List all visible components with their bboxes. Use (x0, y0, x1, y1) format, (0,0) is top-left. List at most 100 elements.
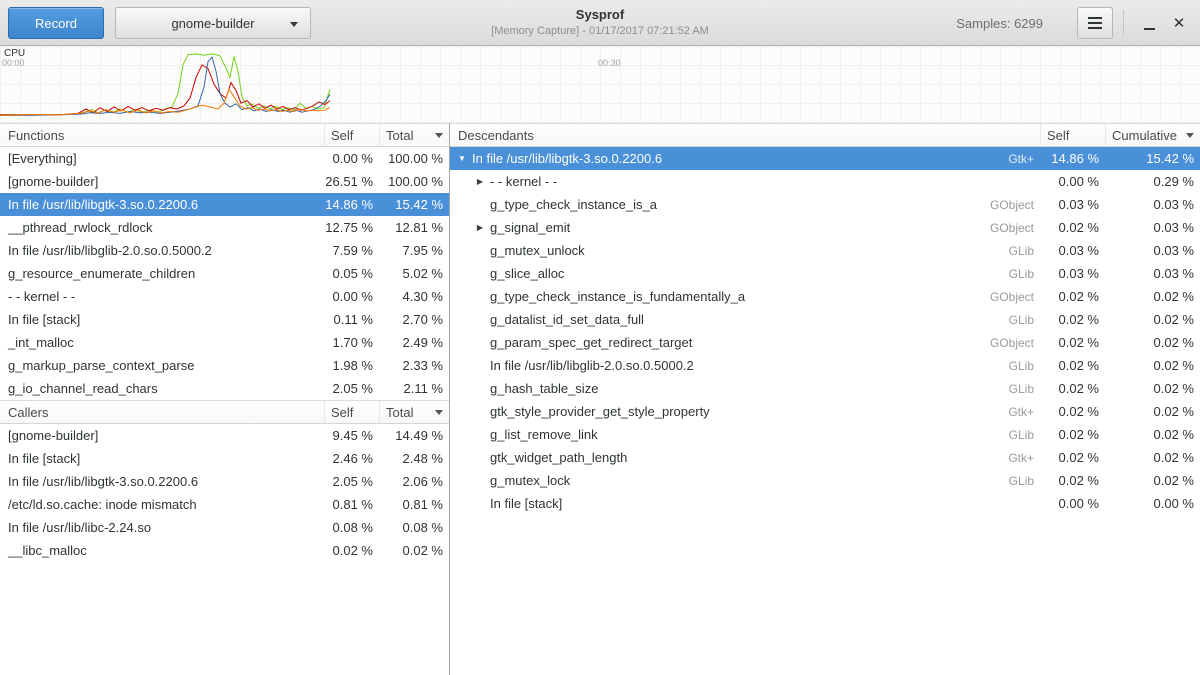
close-button[interactable]: ✕ (1164, 7, 1194, 39)
column-header-self[interactable]: Self (324, 124, 379, 146)
column-header-callers[interactable]: Callers (0, 401, 324, 423)
function-name: In file [stack] (488, 496, 960, 511)
function-name: In file /usr/lib/libgtk-3.so.0.2200.6 (0, 197, 324, 212)
descendants-table-row[interactable]: g_type_check_instance_is_fundamentally_a… (450, 285, 1200, 308)
expander-collapsed-icon[interactable]: ▶ (472, 170, 488, 193)
descendants-table-row[interactable]: ▶- - kernel - -0.00 %0.29 % (450, 170, 1200, 193)
descendants-table-row[interactable]: g_type_check_instance_is_aGObject0.03 %0… (450, 193, 1200, 216)
function-name: In file [stack] (0, 312, 324, 327)
functions-table-row[interactable]: g_markup_parse_context_parse1.98 %2.33 % (0, 354, 449, 377)
function-name: - - kernel - - (0, 289, 324, 304)
function-name: In file /usr/lib/libglib-2.0.so.0.5000.2 (488, 358, 960, 373)
descendants-table-row[interactable]: g_hash_table_sizeGLib0.02 %0.02 % (450, 377, 1200, 400)
descendants-table-row[interactable]: In file /usr/lib/libglib-2.0.so.0.5000.2… (450, 354, 1200, 377)
column-header-cumulative[interactable]: Cumulative (1105, 124, 1200, 146)
total-percent: 7.95 % (379, 243, 449, 258)
functions-table-row[interactable]: __pthread_rwlock_rdlock12.75 %12.81 % (0, 216, 449, 239)
function-name: g_param_spec_get_redirect_target (488, 335, 960, 350)
functions-table-row[interactable]: g_io_channel_read_chars2.05 %2.11 % (0, 377, 449, 400)
self-percent: 0.03 % (1040, 197, 1105, 212)
callers-table-row[interactable]: In file /usr/lib/libc-2.24.so0.08 %0.08 … (0, 516, 449, 539)
descendants-table-row[interactable]: g_mutex_lockGLib0.02 %0.02 % (450, 469, 1200, 492)
cpu-usage-line-cpu2 (0, 57, 330, 115)
function-name: In file /usr/lib/libgtk-3.so.0.2200.6 (0, 474, 324, 489)
total-percent: 0.02 % (379, 543, 449, 558)
total-percent: 14.49 % (379, 428, 449, 443)
callers-table-row[interactable]: __libc_malloc0.02 %0.02 % (0, 539, 449, 562)
descendants-table-header: Descendants Self Cumulative (450, 123, 1200, 147)
self-percent: 0.00 % (1040, 174, 1105, 189)
descendants-table-row[interactable]: In file [stack]0.00 %0.00 % (450, 492, 1200, 515)
functions-table-row[interactable]: g_resource_enumerate_children0.05 %5.02 … (0, 262, 449, 285)
functions-table-row[interactable]: _int_malloc1.70 %2.49 % (0, 331, 449, 354)
column-header-functions[interactable]: Functions (0, 124, 324, 146)
cpu-usage-line-cpu3 (0, 89, 330, 115)
process-selector-dropdown[interactable]: gnome-builder (115, 7, 311, 39)
function-name: _int_malloc (0, 335, 324, 350)
function-name: __libc_malloc (0, 543, 324, 558)
function-name: In file /usr/lib/libc-2.24.so (0, 520, 324, 535)
function-name: [gnome-builder] (0, 174, 324, 189)
cumulative-percent: 0.03 % (1105, 197, 1200, 212)
descendants-table-row[interactable]: ▼In file /usr/lib/libgtk-3.so.0.2200.6Gt… (450, 147, 1200, 170)
cumulative-percent: 0.03 % (1105, 243, 1200, 258)
descendants-table-body: ▼In file /usr/lib/libgtk-3.so.0.2200.6Gt… (450, 147, 1200, 515)
self-percent: 0.02 % (1040, 220, 1105, 235)
self-percent: 12.75 % (324, 220, 379, 235)
functions-table-row[interactable]: In file [stack]0.11 %2.70 % (0, 308, 449, 331)
cumulative-percent: 0.02 % (1105, 358, 1200, 373)
cumulative-percent: 15.42 % (1105, 151, 1200, 166)
functions-table-row[interactable]: [Everything]0.00 %100.00 % (0, 147, 449, 170)
total-percent: 0.81 % (379, 497, 449, 512)
column-header-descendants[interactable]: Descendants (450, 124, 1040, 146)
callers-table-row[interactable]: /etc/ld.so.cache: inode mismatch0.81 %0.… (0, 493, 449, 516)
minimize-button[interactable] (1134, 7, 1164, 39)
descendants-table-row[interactable]: g_slice_allocGLib0.03 %0.03 % (450, 262, 1200, 285)
self-percent: 0.02 % (1040, 335, 1105, 350)
column-header-total-label: Total (386, 128, 413, 143)
hamburger-icon (1088, 22, 1102, 24)
function-name: __pthread_rwlock_rdlock (0, 220, 324, 235)
function-name: g_list_remove_link (488, 427, 960, 442)
expander-collapsed-icon[interactable]: ▶ (472, 216, 488, 239)
cumulative-percent: 0.02 % (1105, 427, 1200, 442)
descendants-table-row[interactable]: g_list_remove_linkGLib0.02 %0.02 % (450, 423, 1200, 446)
cumulative-percent: 0.00 % (1105, 496, 1200, 511)
self-percent: 1.98 % (324, 358, 379, 373)
descendants-table-row[interactable]: g_datalist_id_set_data_fullGLib0.02 %0.0… (450, 308, 1200, 331)
callers-table-row[interactable]: In file /usr/lib/libgtk-3.so.0.2200.62.0… (0, 470, 449, 493)
descendants-table-row[interactable]: g_mutex_unlockGLib0.03 %0.03 % (450, 239, 1200, 262)
menu-button[interactable] (1077, 7, 1113, 39)
left-pane-filler (0, 562, 449, 675)
functions-table-row[interactable]: - - kernel - -0.00 %4.30 % (0, 285, 449, 308)
column-header-total[interactable]: Total (379, 401, 449, 423)
descendants-table-row[interactable]: gtk_style_provider_get_style_propertyGtk… (450, 400, 1200, 423)
column-header-self[interactable]: Self (1040, 124, 1105, 146)
function-name: In file /usr/lib/libglib-2.0.so.0.5000.2 (0, 243, 324, 258)
expander-expanded-icon[interactable]: ▼ (454, 147, 470, 170)
self-percent: 14.86 % (1040, 151, 1105, 166)
function-name: In file [stack] (0, 451, 324, 466)
record-button[interactable]: Record (8, 7, 104, 39)
callers-table-row[interactable]: [gnome-builder]9.45 %14.49 % (0, 424, 449, 447)
total-percent: 15.42 % (379, 197, 449, 212)
cpu-graph[interactable]: CPU 00:00 00:30 (0, 46, 1200, 123)
column-header-total[interactable]: Total (379, 124, 449, 146)
function-name: g_slice_alloc (488, 266, 960, 281)
total-percent: 0.08 % (379, 520, 449, 535)
descendants-table-row[interactable]: g_param_spec_get_redirect_targetGObject0… (450, 331, 1200, 354)
total-percent: 2.48 % (379, 451, 449, 466)
descendants-table-row[interactable]: ▶g_signal_emitGObject0.02 %0.03 % (450, 216, 1200, 239)
library-tag: GLib (960, 313, 1040, 327)
self-percent: 0.02 % (1040, 289, 1105, 304)
descendants-table-row[interactable]: gtk_widget_path_lengthGtk+0.02 %0.02 % (450, 446, 1200, 469)
functions-table-row[interactable]: In file /usr/lib/libgtk-3.so.0.2200.614.… (0, 193, 449, 216)
callers-table-row[interactable]: In file [stack]2.46 %2.48 % (0, 447, 449, 470)
self-percent: 0.11 % (324, 312, 379, 327)
self-percent: 0.00 % (324, 289, 379, 304)
total-percent: 2.11 % (379, 381, 449, 396)
functions-table-row[interactable]: In file /usr/lib/libglib-2.0.so.0.5000.2… (0, 239, 449, 262)
self-percent: 0.02 % (1040, 312, 1105, 327)
column-header-self[interactable]: Self (324, 401, 379, 423)
functions-table-row[interactable]: [gnome-builder]26.51 %100.00 % (0, 170, 449, 193)
